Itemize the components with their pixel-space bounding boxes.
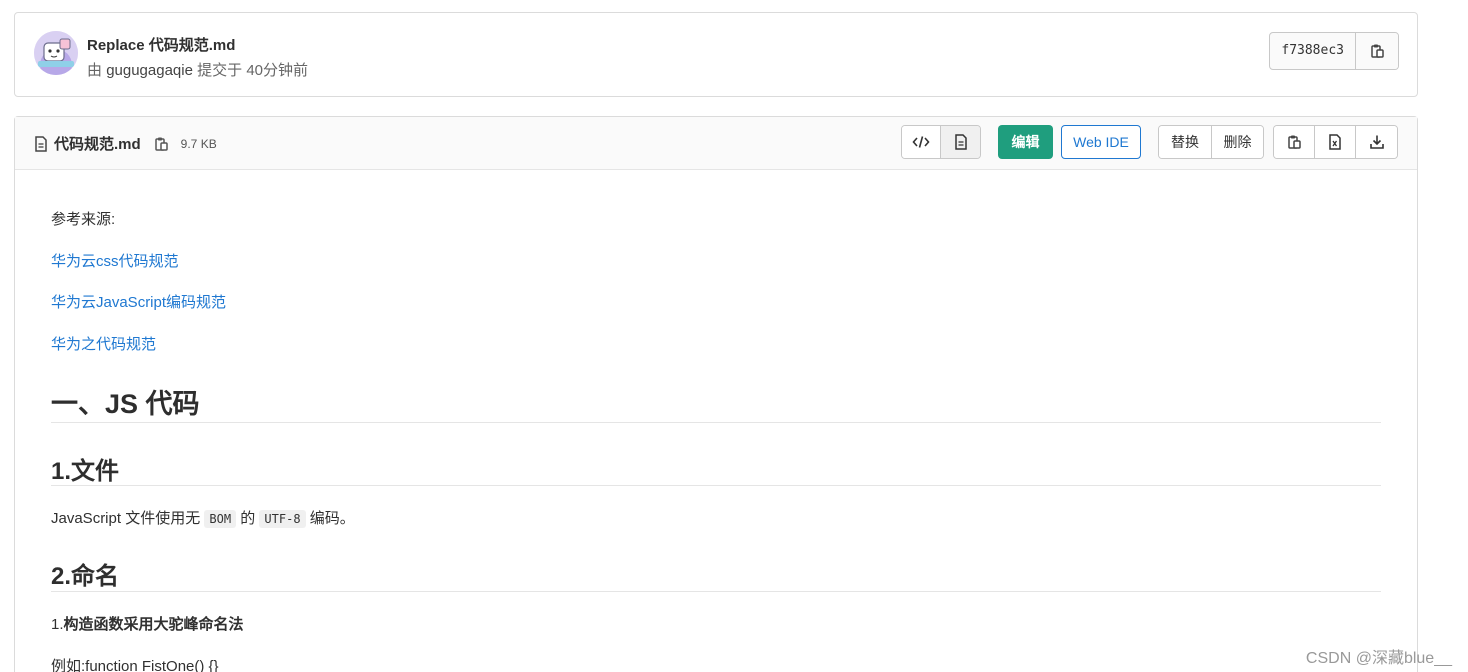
file-name: 代码规范.md <box>54 136 141 153</box>
file-viewer: 代码规范.md 9.7 KB 编辑 Web IDE 替换 删除 参考来源: 华为… <box>14 116 1418 672</box>
heading-js-code: 一、JS 代码 <box>51 389 200 419</box>
delete-button[interactable]: 删除 <box>1212 126 1263 158</box>
file-tools-group <box>1273 125 1398 159</box>
commit-action-label: 提交于 <box>197 62 243 79</box>
clipboard-icon <box>1371 44 1384 58</box>
file-header: 代码规范.md 9.7 KB 编辑 Web IDE 替换 删除 <box>15 117 1417 170</box>
rule-text: 构造函数采用大驼峰命名法 <box>63 616 244 633</box>
clipboard-icon <box>154 137 168 151</box>
commit-by-label: 由 <box>87 62 103 79</box>
source-label: 参考来源: <box>51 211 116 228</box>
link-huawei-code[interactable]: 华为之代码规范 <box>51 333 156 354</box>
commit-time: 40分钟前 <box>246 62 308 79</box>
heading-naming: 2.命名 <box>51 563 120 590</box>
replace-button[interactable]: 替换 <box>1159 126 1212 158</box>
encoding-text-mid: 的 <box>240 510 256 527</box>
avatar[interactable] <box>34 31 78 75</box>
copy-contents-button[interactable] <box>1274 126 1315 158</box>
example-label: 例如: <box>51 658 86 672</box>
copy-file-path-button[interactable] <box>153 136 169 152</box>
commit-meta: 由 gugugagaqie 提交于 40分钟前 <box>87 59 308 80</box>
raw-file-icon <box>1329 134 1341 150</box>
avatar-illustration-icon <box>34 31 78 75</box>
commit-sha-group: f7388ec3 <box>1269 32 1399 70</box>
document-icon <box>954 134 967 150</box>
open-raw-button[interactable] <box>1315 126 1356 158</box>
display-source-button[interactable] <box>902 126 941 158</box>
download-icon <box>1369 135 1384 149</box>
code-utf8: UTF-8 <box>259 510 306 528</box>
divider <box>51 591 1381 592</box>
watermark: CSDN @深藏blue__ <box>1305 650 1452 667</box>
encoding-text-pre: JavaScript 文件使用无 <box>51 510 201 527</box>
web-ide-button[interactable]: Web IDE <box>1061 125 1141 159</box>
file-size: 9.7 KB <box>180 136 217 151</box>
link-huawei-css[interactable]: 华为云css代码规范 <box>51 250 179 271</box>
rule-number: 1. <box>51 616 64 633</box>
commit-info: Replace 代码规范.md 由 gugugagaqie 提交于 40分钟前 … <box>14 12 1418 97</box>
example-code: function FistOne() {} <box>85 658 219 672</box>
file-title: 代码规范.md 9.7 KB <box>34 133 217 154</box>
link-huawei-js[interactable]: 华为云JavaScript编码规范 <box>51 291 226 312</box>
commit-title[interactable]: Replace 代码规范.md <box>87 34 235 55</box>
divider <box>51 422 1381 423</box>
commit-author[interactable]: gugugagaqie <box>106 62 193 79</box>
heading-file: 1.文件 <box>51 458 120 485</box>
code-bom: BOM <box>204 510 237 528</box>
file-icon <box>35 135 47 152</box>
code-icon <box>912 136 930 148</box>
paragraph-encoding: JavaScript 文件使用无 BOM 的 UTF-8 编码。 <box>51 507 355 528</box>
display-rendered-button[interactable] <box>941 126 980 158</box>
file-actions-group: 替换 删除 <box>1158 125 1264 159</box>
copy-sha-button[interactable] <box>1356 33 1398 69</box>
encoding-text-post: 编码。 <box>309 510 355 527</box>
download-button[interactable] <box>1356 126 1397 158</box>
rule-constructor: 1.构造函数采用大驼峰命名法 <box>51 613 244 634</box>
example-line: 例如:function FistOne() {} <box>51 655 219 672</box>
clipboard-icon <box>1288 135 1301 149</box>
edit-button[interactable]: 编辑 <box>998 125 1053 159</box>
divider <box>51 485 1381 486</box>
view-mode-toggle <box>901 125 981 159</box>
commit-sha[interactable]: f7388ec3 <box>1270 33 1356 69</box>
